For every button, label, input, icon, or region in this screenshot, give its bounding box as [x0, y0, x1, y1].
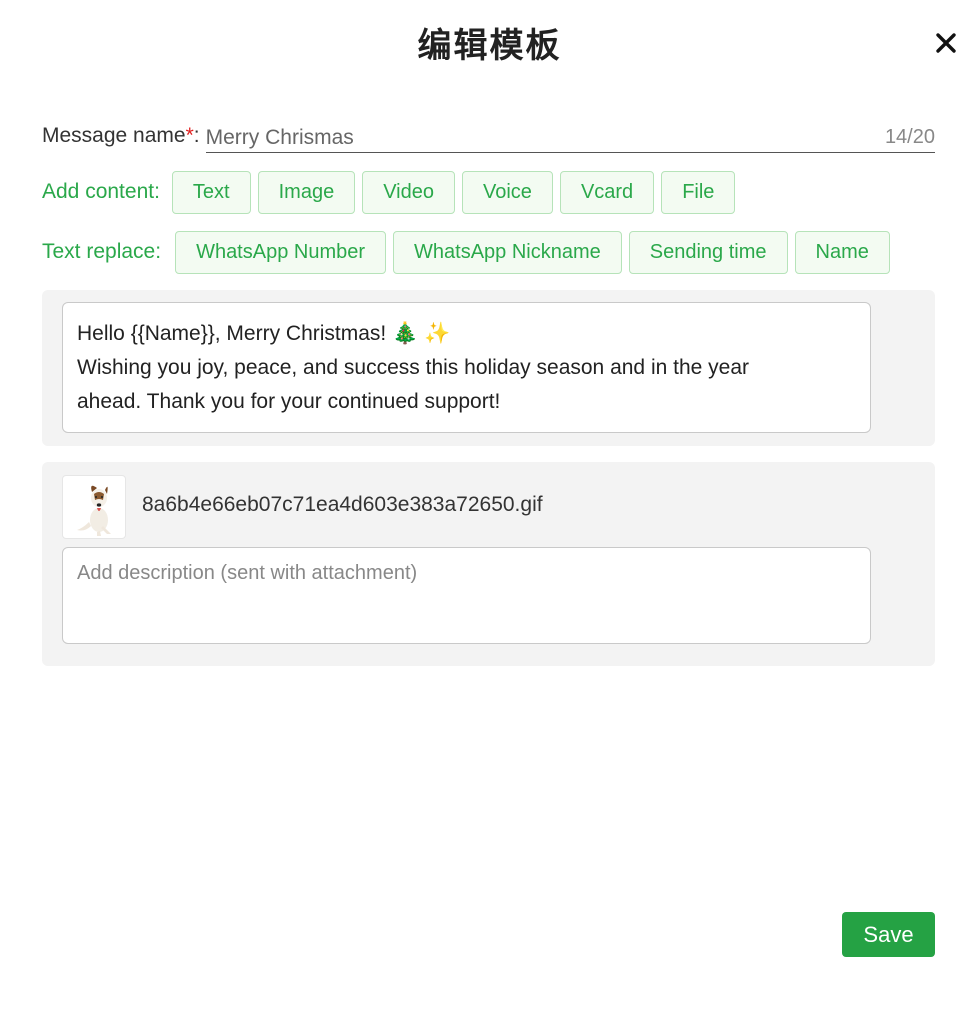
add-image-button[interactable]: Image [257, 170, 356, 214]
insert-name-button[interactable]: Name [794, 230, 890, 274]
message-name-input[interactable] [205, 126, 877, 150]
insert-sending-time-button[interactable]: Sending time [628, 230, 788, 274]
message-name-label: Message name*: [42, 124, 200, 147]
dialog-title: 编辑模板 [417, 26, 562, 66]
message-line-3: ahead. Thank you for your continued supp… [77, 390, 501, 413]
add-text-button[interactable]: Text [171, 170, 251, 214]
char-counter: 14/20 [884, 126, 935, 148]
text-content-block: Hello {{Name}}, Merry Christmas! 🎄 ✨ Wis… [42, 290, 935, 446]
attachment-description-input[interactable]: Add description (sent with attachment) [62, 547, 871, 644]
message-name-field: 14/20 [205, 119, 935, 153]
message-text-editor[interactable]: Hello {{Name}}, Merry Christmas! 🎄 ✨ Wis… [62, 302, 871, 433]
attachment-thumbnail [62, 475, 126, 539]
text-replace-label: Text replace: [42, 240, 162, 263]
attachment-file-name: 8a6b4e66eb07c71ea4d603e383a72650.gif [142, 493, 543, 516]
insert-whatsapp-nickname-button[interactable]: WhatsApp Nickname [393, 230, 622, 274]
edit-template-dialog: 编辑模板 Message name*: 14/20 Add content: T… [0, 0, 979, 1024]
add-content-row: Add content: Text Image Video Voice Vcar… [42, 170, 935, 214]
save-button[interactable]: Save [842, 912, 935, 957]
message-line-2: Wishing you joy, peace, and success this… [77, 356, 749, 379]
message-line-1: Hello {{Name}}, Merry Christmas! 🎄 ✨ [77, 322, 451, 345]
add-content-label: Add content: [42, 180, 160, 203]
add-file-button[interactable]: File [661, 170, 736, 214]
text-replace-row: Text replace: WhatsApp Number WhatsApp N… [42, 230, 935, 274]
required-mark: * [185, 124, 194, 147]
message-name-row: Message name*: 14/20 [42, 118, 935, 154]
insert-whatsapp-number-button[interactable]: WhatsApp Number [175, 230, 387, 274]
close-icon[interactable] [929, 26, 963, 60]
add-vcard-button[interactable]: Vcard [559, 170, 655, 214]
add-voice-button[interactable]: Voice [462, 170, 553, 214]
add-video-button[interactable]: Video [362, 170, 455, 214]
attachment-content-block: 8a6b4e66eb07c71ea4d603e383a72650.gif Add… [42, 462, 935, 666]
